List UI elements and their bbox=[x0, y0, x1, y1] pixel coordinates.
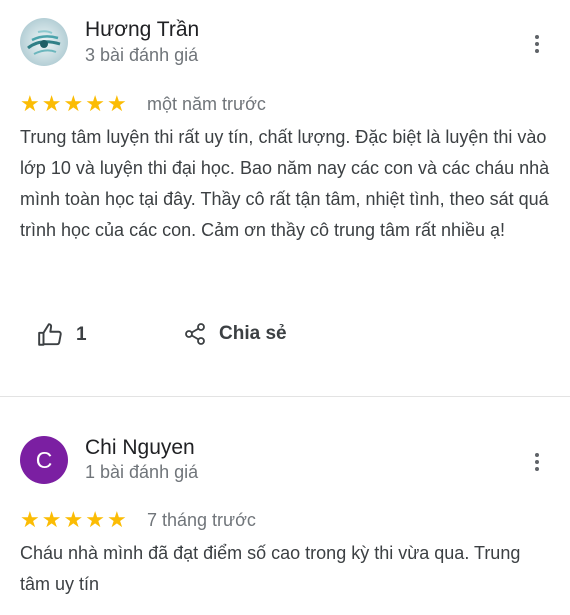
more-vert-icon bbox=[535, 453, 539, 457]
review-text: Cháu nhà mình đã đạt điểm số cao trong k… bbox=[20, 543, 521, 594]
star-rating: ★ ★ ★ ★ ★ bbox=[20, 509, 127, 531]
star-icon: ★ bbox=[63, 507, 84, 532]
more-options-button[interactable] bbox=[527, 450, 547, 474]
avatar[interactable]: C bbox=[20, 436, 68, 484]
star-icon: ★ bbox=[106, 507, 127, 532]
review-text: Trung tâm luyện thi rất uy tín, chất lượ… bbox=[20, 127, 550, 240]
share-icon bbox=[185, 323, 205, 345]
star-icon: ★ bbox=[85, 91, 105, 116]
reviewer-stats: 3 bài đánh giá bbox=[85, 45, 199, 65]
star-icon: ★ bbox=[41, 507, 62, 532]
reviewer-stats: 1 bài đánh giá bbox=[85, 462, 199, 482]
star-icon: ★ bbox=[20, 507, 40, 532]
avatar[interactable] bbox=[20, 18, 68, 66]
more-vert-icon bbox=[535, 35, 539, 39]
divider bbox=[0, 396, 570, 397]
star-icon: ★ bbox=[85, 507, 105, 532]
star-icon: ★ bbox=[106, 91, 127, 116]
review-card: Hương Trần 3 bài đánh giá ★ ★ ★ ★ ★ một … bbox=[0, 0, 570, 396]
share-button[interactable]: Chia sẻ bbox=[183, 322, 287, 346]
share-label: Chia sẻ bbox=[219, 323, 287, 344]
more-options-button[interactable] bbox=[527, 32, 547, 56]
reviewer-name[interactable]: Hương Trần bbox=[85, 18, 199, 42]
star-icon: ★ bbox=[41, 91, 62, 116]
star-rating: ★ ★ ★ ★ ★ bbox=[20, 93, 127, 115]
like-count: 1 bbox=[76, 324, 87, 345]
star-icon: ★ bbox=[20, 91, 40, 116]
review-time: 7 tháng trước bbox=[147, 510, 256, 530]
avatar-image bbox=[20, 18, 68, 66]
review-time: một năm trước bbox=[147, 94, 266, 114]
thumb-up-icon bbox=[38, 323, 62, 346]
like-button[interactable]: 1 bbox=[36, 322, 87, 348]
star-icon: ★ bbox=[63, 91, 84, 116]
reviewer-name[interactable]: Chi Nguyen bbox=[85, 436, 195, 460]
review-card: C Chi Nguyen 1 bài đánh giá ★ ★ ★ ★ ★ 7 … bbox=[0, 398, 570, 615]
